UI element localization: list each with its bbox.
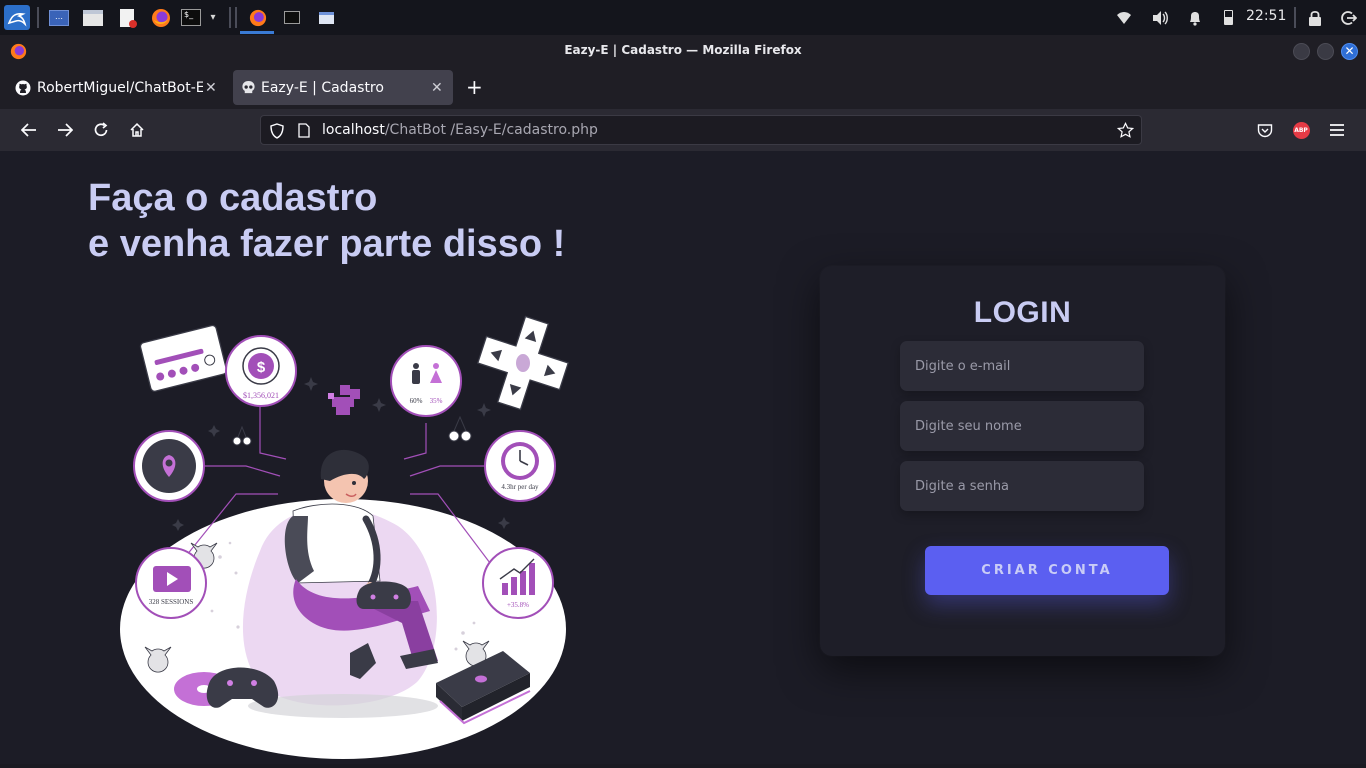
page-headline: Faça o cadastro e venha fazer parte diss… [88,175,565,267]
gender-female-label: 35% [430,397,443,405]
navigation-toolbar: localhost/ChatBot /Easy-E/cadastro.php A… [0,109,1366,151]
window-task-icon[interactable] [314,5,338,30]
tab-label: RobertMiguel/ChatBot-Ea [37,80,203,96]
window-bottom-edge [0,764,1366,768]
reload-icon[interactable] [91,120,111,140]
shield-icon[interactable] [270,123,284,143]
url-path: /ChatBot /Easy-E/cadastro.php [384,122,598,138]
location-circle [133,430,205,502]
gamer-illustration: $ $1,356,021 60% 35% 4.3hr per day 328 S… [120,315,570,759]
window-title: Eazy-E | Cadastro — Mozilla Firefox [564,43,802,57]
kali-menu-icon[interactable] [4,5,30,30]
cherries [232,415,472,446]
panel-separator [229,7,231,28]
close-window-button[interactable]: ✕ [1341,43,1358,60]
character-controller [356,581,411,609]
tab-github[interactable]: RobertMiguel/ChatBot-Ea ✕ [8,70,228,105]
forward-arrow-icon[interactable] [55,120,75,140]
money-circle: $ $1,356,021 [225,335,297,407]
file-manager-icon[interactable] [82,5,104,30]
hamburger-menu-icon[interactable] [1327,120,1347,140]
desktop-panel: … $_ ▾ 22:51 [0,0,1366,35]
gender-circle: 60% 35% [390,345,462,417]
adblock-icon[interactable]: ABP [1291,120,1311,140]
logout-icon[interactable] [1339,5,1359,30]
page-content: Faça o cadastro e venha fazer parte diss… [0,151,1366,768]
tab-strip: RobertMiguel/ChatBot-Ea ✕ Eazy-E | Cadas… [0,68,1366,109]
active-task-indicator [240,31,274,34]
text-editor-icon[interactable] [117,5,139,30]
clock-circle: 4.3hr per day [484,430,556,502]
money-label: $1,356,021 [243,391,279,400]
close-tab-icon[interactable]: ✕ [205,80,217,96]
url-text[interactable]: localhost/ChatBot /Easy-E/cadastro.php [322,122,598,138]
maximize-button[interactable] [1317,43,1334,60]
panel-separator [37,7,39,28]
headline-line-1: Faça o cadastro [88,177,378,219]
headline-line-2: e venha fazer parte disso ! [88,223,566,265]
form-title: LOGIN [973,296,1072,329]
notification-bell-icon[interactable] [1185,5,1205,30]
github-icon [15,80,31,100]
login-card: LOGIN CRIAR CONTA [820,266,1225,656]
home-icon[interactable] [127,120,147,140]
pixel-heart [328,385,360,415]
terminal-task-icon[interactable] [280,5,304,30]
ticket-card [139,324,228,392]
workspace-icon[interactable]: … [48,5,70,30]
pocket-icon[interactable] [1255,120,1275,140]
new-tab-icon[interactable]: + [466,76,483,98]
panel-separator [1294,7,1296,28]
password-field[interactable] [900,461,1144,511]
url-bar[interactable]: localhost/ChatBot /Easy-E/cadastro.php [260,115,1142,145]
chevron-down-icon[interactable]: ▾ [206,5,220,30]
panel-clock[interactable]: 22:51 [1246,8,1286,24]
growth-label: +35.8% [507,601,529,609]
time-label: 4.3hr per day [501,483,539,491]
sessions-label: 328 SESSIONS [149,598,194,606]
tab-cadastro[interactable]: Eazy-E | Cadastro ✕ [233,70,453,105]
minimize-button[interactable] [1293,43,1310,60]
name-field[interactable] [900,401,1144,451]
lock-icon[interactable] [1305,5,1325,30]
page-info-icon[interactable] [298,123,310,142]
gender-male-label: 60% [410,397,423,405]
close-tab-icon[interactable]: ✕ [431,80,443,96]
volume-icon[interactable] [1150,5,1170,30]
growth-circle: +35.8% [482,547,554,619]
battery-icon[interactable] [1218,5,1238,30]
terminal-icon[interactable]: $_ [180,5,202,30]
create-account-button[interactable]: CRIAR CONTA [925,546,1169,595]
window-titlebar[interactable]: Eazy-E | Cadastro — Mozilla Firefox ✕ [0,35,1366,68]
bookmark-star-icon[interactable] [1116,121,1135,143]
panel-separator [235,7,237,28]
firefox-task-icon[interactable] [246,5,270,30]
back-arrow-icon[interactable] [19,120,39,140]
email-field[interactable] [900,341,1144,391]
url-host: localhost [322,122,385,138]
wifi-icon[interactable] [1114,5,1134,30]
svg-text:$: $ [257,359,266,376]
tab-label: Eazy-E | Cadastro [261,80,384,96]
sessions-circle: 328 SESSIONS [135,547,207,619]
firefox-icon[interactable] [150,5,172,30]
adblock-badge: ABP [1292,121,1310,139]
skull-icon [241,80,256,99]
dpad-shape [476,315,570,411]
